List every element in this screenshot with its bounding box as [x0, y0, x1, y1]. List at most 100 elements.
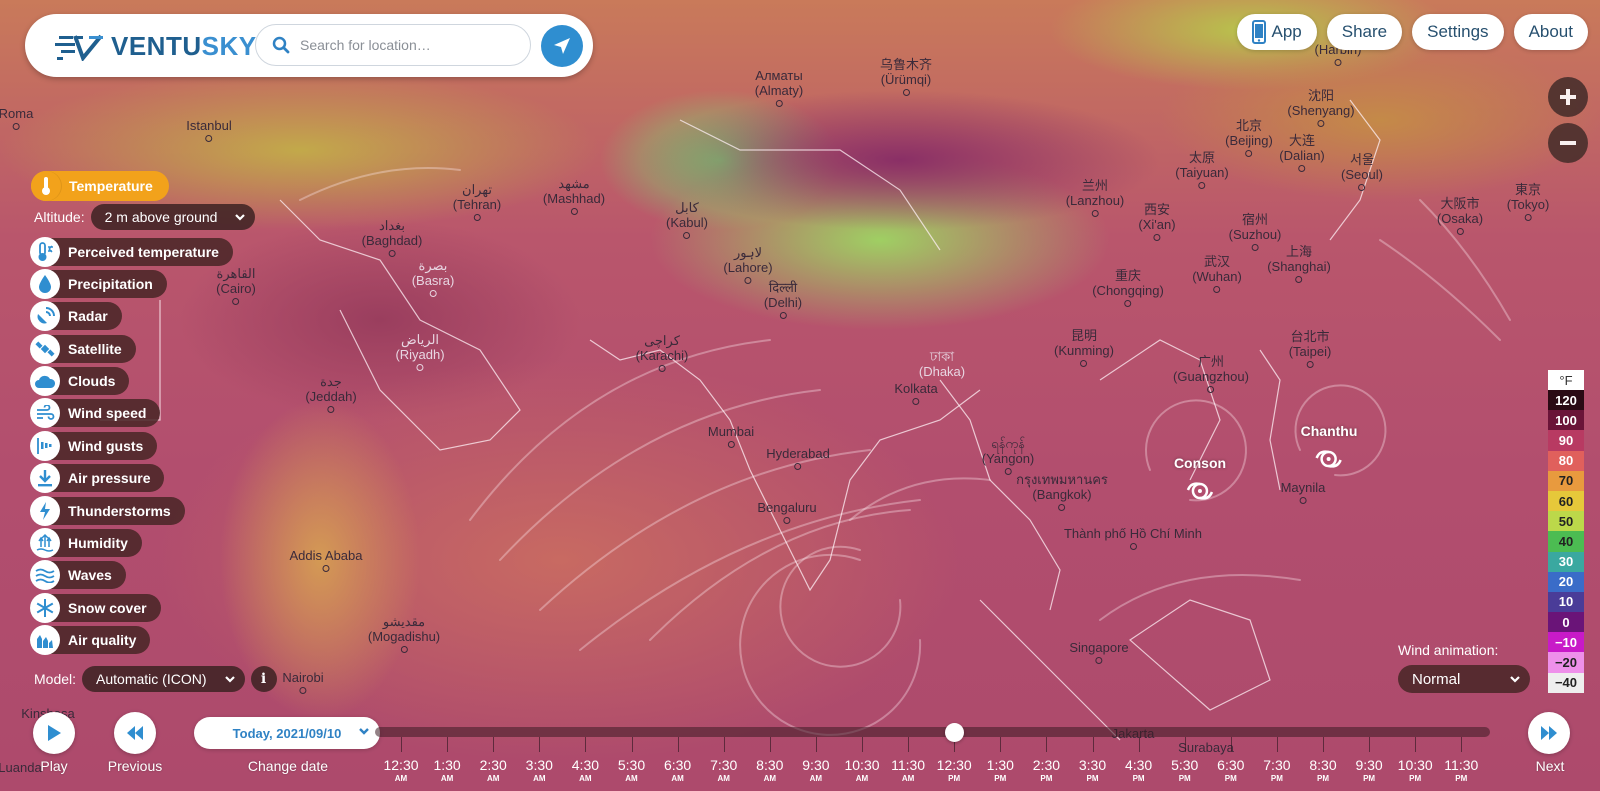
- timeline-hour[interactable]: 12:30 PM: [937, 758, 972, 786]
- layer-humidity[interactable]: Humidity: [30, 528, 233, 559]
- altitude-value: 2 m above ground: [104, 209, 218, 225]
- timeline-tick: [1369, 737, 1371, 752]
- hour-label: 8:30: [1309, 757, 1337, 773]
- city-label: Roma: [0, 106, 33, 130]
- timeline-tick: [1323, 737, 1324, 752]
- timeline-hour[interactable]: 1:30 PM: [987, 758, 1014, 786]
- timeline-hour[interactable]: 8:30 PM: [1309, 758, 1336, 786]
- wind-animation-select[interactable]: Normal: [1398, 665, 1530, 693]
- timeline-hour[interactable]: 10:30 PM: [1398, 758, 1433, 786]
- timeline-hour[interactable]: 8:30 AM: [756, 758, 783, 786]
- layer-clouds[interactable]: Clouds: [30, 366, 233, 397]
- timeline-hour[interactable]: 6:30 PM: [1217, 758, 1244, 786]
- next-button[interactable]: [1528, 712, 1570, 754]
- hour-label: 6:30: [663, 757, 692, 773]
- storm-conson[interactable]: Conson: [1174, 455, 1226, 505]
- previous-button[interactable]: [114, 712, 156, 754]
- play-button[interactable]: [33, 712, 75, 754]
- locate-me-button[interactable]: [541, 25, 583, 67]
- timeline-hour[interactable]: 9:30 PM: [1355, 758, 1382, 786]
- timeline-hour[interactable]: 6:30 AM: [664, 758, 691, 786]
- zoom-in-button[interactable]: [1548, 77, 1588, 117]
- layer-label: Thunderstorms: [68, 502, 171, 519]
- about-button[interactable]: About: [1513, 14, 1588, 50]
- play-icon: [48, 725, 61, 741]
- hour-label: 2:30: [479, 757, 507, 773]
- layer-radar[interactable]: Radar: [30, 301, 233, 332]
- layer-waves[interactable]: Waves: [30, 560, 233, 591]
- model-info-button[interactable]: i: [250, 666, 277, 692]
- search-input[interactable]: [300, 37, 500, 53]
- date-picker[interactable]: Today, 2021/09/10: [194, 717, 380, 749]
- layer-satellite[interactable]: Satellite: [30, 333, 233, 364]
- timeline-hour[interactable]: 11:30 AM: [891, 758, 925, 786]
- timeline-track[interactable]: [375, 727, 1490, 737]
- legend-entry: 70: [1548, 470, 1584, 491]
- city-label: 广州 (Guangzhou): [1173, 354, 1249, 393]
- ampm-label: AM: [533, 774, 546, 783]
- hour-label: 4:30: [571, 757, 600, 773]
- city-label: 太原 (Taiyuan): [1175, 150, 1229, 189]
- next-caption: Next: [1535, 758, 1565, 774]
- layer-snow-cover[interactable]: Snow cover: [30, 592, 233, 623]
- legend-unit[interactable]: °F: [1548, 370, 1584, 390]
- timeline-hour[interactable]: 12:30 AM: [383, 758, 418, 786]
- city-label: مقديشو (Mogadishu): [368, 614, 440, 653]
- layer-air-pressure[interactable]: Air pressure: [30, 463, 233, 494]
- legend-entry: 0: [1548, 612, 1584, 633]
- timeline-hour[interactable]: 3:30 AM: [526, 758, 553, 786]
- layer-precipitation[interactable]: Precipitation: [30, 268, 233, 299]
- timeline-hour[interactable]: 3:30 PM: [1079, 758, 1106, 786]
- layer-perceived-temperature[interactable]: Perceived temperature: [30, 236, 233, 267]
- city-label: Addis Ababa: [289, 548, 363, 572]
- wind-animation-label: Wind animation:: [1398, 642, 1499, 658]
- layer-label: Waves: [68, 567, 112, 584]
- timeline-hour[interactable]: 10:30 AM: [844, 758, 879, 786]
- layer-label: Wind speed: [68, 405, 147, 422]
- timeline-hour[interactable]: 1:30 AM: [433, 758, 460, 786]
- search-box[interactable]: [255, 24, 531, 66]
- legend-entry: 120: [1548, 390, 1584, 411]
- layer-temperature-active[interactable]: Temperature: [31, 171, 169, 201]
- ampm-label: PM: [1086, 774, 1099, 783]
- droplet-icon: [30, 268, 60, 299]
- city-label: 大阪市 (Osaka): [1437, 196, 1483, 235]
- timeline-handle[interactable]: [944, 723, 964, 742]
- layer-label: Air quality: [68, 632, 137, 649]
- storm-chanthu[interactable]: Chanthu: [1301, 423, 1357, 473]
- ventusky-logo[interactable]: VENTUSKY: [53, 31, 257, 62]
- city-label: الرياض (Riyadh): [395, 332, 445, 371]
- timeline-hour[interactable]: 5:30 PM: [1171, 758, 1198, 786]
- timeline-hour[interactable]: 4:30 AM: [572, 758, 599, 786]
- timeline-tick: [1000, 737, 1002, 752]
- timeline-hour[interactable]: 11:30 PM: [1444, 758, 1478, 786]
- timeline-hour[interactable]: 5:30 AM: [618, 758, 645, 786]
- timeline-hour[interactable]: 9:30 AM: [802, 758, 829, 786]
- logo-text: VENTUSKY: [111, 31, 257, 61]
- model-select[interactable]: Automatic (ICON): [82, 666, 245, 692]
- layer-air-quality[interactable]: Air quality: [30, 625, 233, 656]
- legend-entry: 20: [1548, 571, 1584, 592]
- app-button[interactable]: App: [1236, 14, 1317, 50]
- layer-wind-speed[interactable]: Wind speed: [30, 398, 233, 429]
- layer-label: Radar: [68, 308, 108, 325]
- date-value: Today, 2021/09/10: [232, 725, 342, 741]
- satellite-icon: [30, 333, 60, 364]
- layer-thunderstorms[interactable]: Thunderstorms: [30, 495, 233, 526]
- hour-label: 12:30: [936, 757, 972, 773]
- city-label: لاہور (Lahore): [723, 245, 773, 284]
- city-label: جدة (Jeddah): [305, 374, 357, 413]
- altitude-select[interactable]: 2 m above ground: [90, 204, 256, 230]
- layer-wind-gusts[interactable]: Wind gusts: [30, 430, 233, 461]
- timeline-hour[interactable]: 2:30 PM: [1033, 758, 1060, 786]
- legend-entry: 80: [1548, 450, 1584, 471]
- hour-label: 7:30: [1263, 757, 1291, 773]
- zoom-out-button[interactable]: [1548, 123, 1588, 163]
- timeline-hour[interactable]: 7:30 AM: [710, 758, 737, 786]
- timeline-hour[interactable]: 2:30 AM: [480, 758, 507, 786]
- share-button[interactable]: Share: [1326, 14, 1403, 50]
- timeline-hour[interactable]: 7:30 PM: [1263, 758, 1290, 786]
- settings-button[interactable]: Settings: [1412, 14, 1504, 50]
- timeline-hour[interactable]: 4:30 PM: [1125, 758, 1152, 786]
- hour-label: 3:30: [525, 757, 553, 773]
